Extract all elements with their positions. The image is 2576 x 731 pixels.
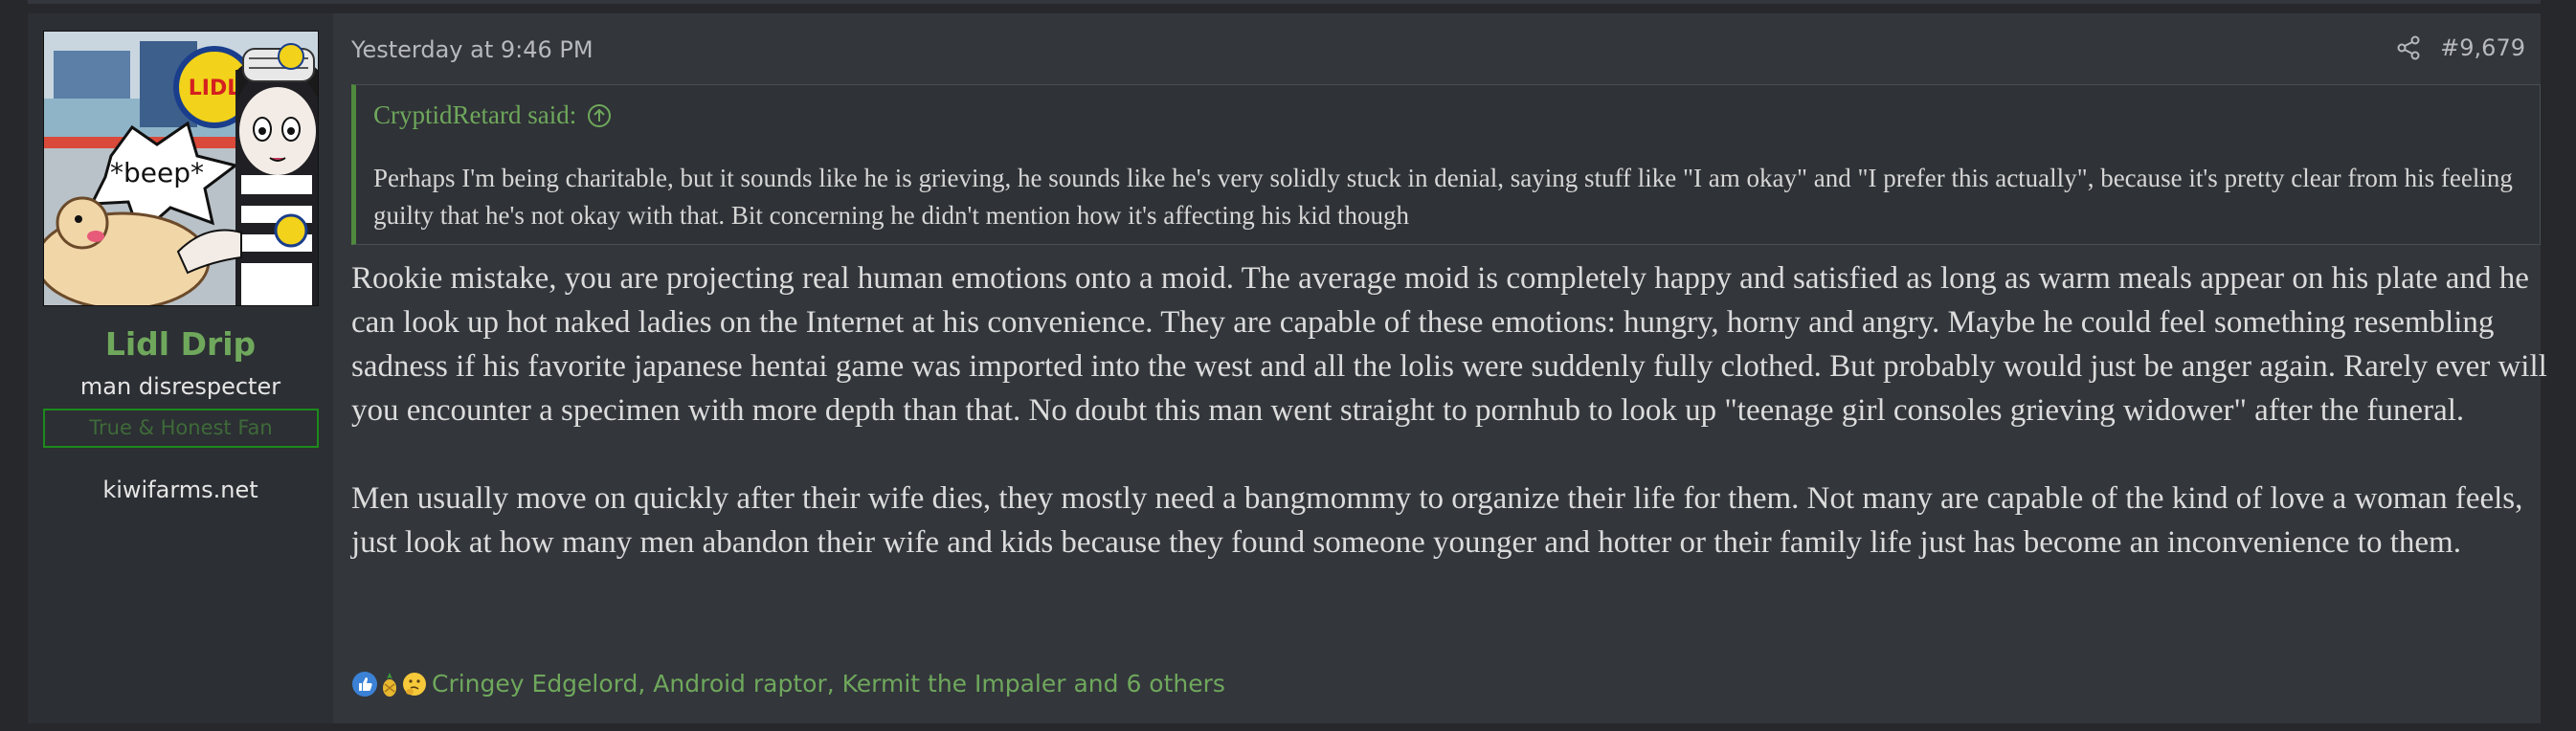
reactions-bar: Cringey Edgelord, Android raptor, Kermit… [351, 670, 1225, 698]
reaction-users-link[interactable]: Cringey Edgelord, Android raptor, Kermit… [432, 670, 1225, 698]
user-banner: True & Honest Fan [43, 409, 319, 448]
previous-post-edge [28, 0, 2541, 4]
svg-text:*beep*: *beep* [110, 157, 204, 188]
pineapple-icon [383, 672, 396, 697]
quote-author[interactable]: CryptidRetard said: [373, 100, 576, 130]
user-sidebar: LIDL *beep* Lidl Drip man disrespecter T… [28, 13, 333, 723]
quote-text: Perhaps I'm being charitable, but it sou… [373, 164, 2513, 230]
arrow-up-circle-icon[interactable] [586, 102, 613, 129]
user-title: man disrespecter [79, 373, 281, 400]
avatar[interactable]: LIDL *beep* [43, 31, 319, 306]
thumbs-up-icon [352, 671, 377, 697]
post-number-link[interactable]: #9,679 [2440, 34, 2525, 61]
username[interactable]: Lidl Drip [28, 325, 333, 363]
thinking-face-icon [403, 672, 426, 696]
share-icon[interactable] [2396, 35, 2421, 60]
svg-text:LIDL: LIDL [189, 77, 240, 100]
post-paragraph: Men usually move on quickly after their … [351, 481, 2523, 560]
quote-header[interactable]: CryptidRetard said: [373, 100, 613, 130]
post-actions: #9,679 [2396, 34, 2525, 61]
user-site: kiwifarms.net [102, 476, 258, 503]
quote-block: CryptidRetard said: Perhaps I'm being ch… [351, 84, 2541, 245]
post-paragraph: Rookie mistake, you are projecting real … [351, 261, 2547, 428]
forum-post: LIDL *beep* Lidl Drip man disrespecter T… [28, 13, 2547, 723]
post-body: Rookie mistake, you are projecting real … [351, 256, 2572, 565]
post-date[interactable]: Yesterday at 9:46 PM [351, 36, 594, 63]
post-main: Yesterday at 9:46 PM #9,679 CryptidRetar… [333, 13, 2547, 723]
reaction-icons[interactable] [351, 671, 426, 698]
